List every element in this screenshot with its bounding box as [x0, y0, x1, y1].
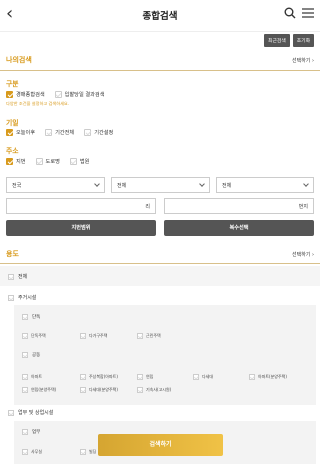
reset-button[interactable]: 초기화 — [292, 34, 314, 47]
usage-header: 용도 선택하기 › — [6, 248, 314, 260]
chevron-down-icon — [94, 181, 100, 187]
leaf-multiplex[interactable]: 다세대 — [193, 374, 213, 380]
usage-title: 용도 — [6, 250, 19, 258]
group-apartment[interactable]: 공동 — [22, 352, 40, 358]
search-icon[interactable] — [284, 7, 296, 19]
option-after-today[interactable]: 오늘이후 — [6, 129, 35, 136]
ri-input[interactable]: 리 — [6, 198, 156, 214]
leaf-detached-house[interactable]: 단독주택 — [22, 333, 46, 339]
multi-select-button[interactable]: 복수선택 — [164, 220, 314, 236]
option-all-period[interactable]: 기간전체 — [45, 129, 74, 136]
category-title: 구분 — [6, 80, 19, 88]
top-header: ‹ 종합검색 — [0, 0, 320, 32]
recent-search-button[interactable]: 최근검색 — [264, 34, 290, 47]
leaf-multi-household[interactable]: 다가구주택 — [80, 333, 107, 339]
leaf-townhouse-presale[interactable]: 연립(분양주택) — [22, 387, 56, 393]
region-select-1[interactable]: 전국 — [6, 177, 105, 193]
checkbox-unchecked[interactable] — [54, 91, 62, 98]
usage-residential[interactable]: 주거시설 — [8, 294, 36, 301]
leaf-building[interactable]: 빌딩 — [80, 449, 96, 455]
group-detached[interactable]: 단독 — [22, 314, 40, 320]
leaf-apartment-presale[interactable]: 아파트(분양주택) — [249, 374, 287, 380]
option-court[interactable]: 법원 — [69, 158, 89, 165]
section-divider — [0, 263, 320, 264]
group-business[interactable]: 업무 — [22, 429, 40, 435]
leaf-neighborhood-house[interactable]: 근린주택 — [137, 333, 161, 339]
my-search-header: 나의검색 선택하기 › — [6, 54, 314, 66]
date-title: 기일 — [6, 119, 19, 127]
my-search-title: 나의검색 — [6, 56, 32, 64]
leaf-townhouse[interactable]: 연립 — [137, 374, 153, 380]
search-submit-button[interactable]: 검색하기 — [98, 434, 223, 456]
page-title: 종합검색 — [142, 11, 178, 22]
chevron-down-icon — [303, 181, 309, 187]
leaf-apartment[interactable]: 아파트 — [22, 374, 42, 380]
date-options: 오늘이후 기간전체 기간설정 — [6, 129, 113, 136]
category-options: 경매종합검색 입찰당일 결과검색 — [6, 91, 104, 98]
option-jibun[interactable]: 지번 — [6, 158, 26, 165]
usage-all-row — [0, 266, 320, 286]
leaf-dormitory[interactable]: 기숙사(고시원) — [137, 387, 171, 393]
jibun-input[interactable]: 번지 — [164, 198, 314, 214]
option-set-period[interactable]: 기간설정 — [84, 129, 113, 136]
region-select-2[interactable]: 전체 — [111, 177, 210, 193]
usage-all[interactable]: 전체 — [8, 273, 27, 280]
my-search-select-link[interactable]: 선택하기 › — [292, 57, 314, 64]
menu-icon[interactable] — [302, 8, 314, 18]
chevron-down-icon — [199, 181, 205, 187]
jibun-range-button[interactable]: 지번범위 — [6, 220, 156, 236]
option-auction-search[interactable]: 경매종합검색 — [6, 91, 45, 98]
leaf-multiplex-presale[interactable]: 다세대(분양주택) — [80, 387, 118, 393]
top-button-group: 최근검색 초기화 — [264, 34, 314, 47]
option-road-name[interactable]: 도로명 — [35, 158, 60, 165]
region-select-3[interactable]: 전체 — [216, 177, 314, 193]
section-divider — [0, 70, 320, 71]
address-title: 주소 — [6, 147, 19, 155]
category-note: 다양한 조건을 설정하고 검색하세요. — [6, 101, 70, 106]
option-bid-day-result[interactable]: 입찰당일 결과검색 — [54, 91, 104, 98]
usage-commercial[interactable]: 업무 및 상업시설 — [8, 409, 53, 416]
address-options: 지번 도로명 법원 — [6, 158, 89, 165]
leaf-mixed-apartment[interactable]: 주상복합(아파트) — [80, 374, 118, 380]
usage-select-link[interactable]: 선택하기 › — [292, 251, 314, 258]
leaf-office[interactable]: 사무실 — [22, 449, 42, 455]
checkbox-checked[interactable] — [6, 91, 13, 98]
